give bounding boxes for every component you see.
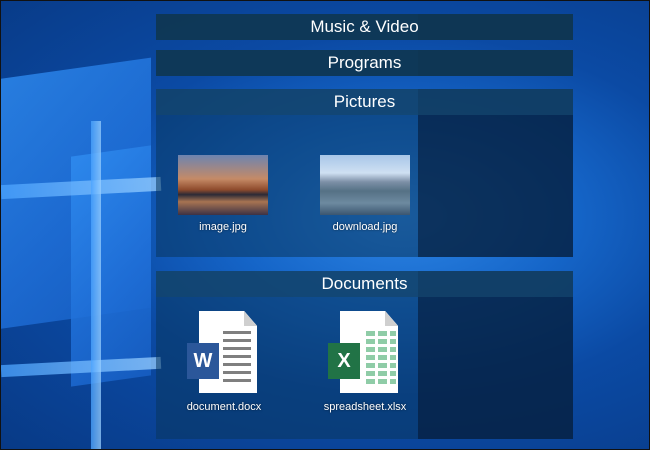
file-item-spreadsheet-xlsx[interactable]: X spreadsheet.xlsx (313, 311, 417, 413)
programs-group[interactable]: Programs (156, 50, 573, 76)
harbor-photo-thumbnail (320, 155, 410, 215)
pictures-group: Pictures image.jpg download.jpg (156, 89, 573, 257)
documents-group: Documents W document.docx X spreadsheet.… (156, 271, 573, 439)
group-header-programs[interactable]: Programs (156, 50, 573, 76)
file-item-document-docx[interactable]: W document.docx (176, 311, 272, 413)
skyline-photo-thumbnail (178, 155, 268, 215)
group-header-documents[interactable]: Documents (156, 271, 573, 297)
word-document-icon: W (187, 311, 261, 395)
file-name: image.jpg (199, 221, 247, 233)
excel-badge: X (328, 343, 360, 379)
file-item-image-jpg[interactable]: image.jpg (178, 155, 268, 233)
desktop-background: Music & Video Programs Pictures image.jp… (0, 0, 650, 450)
music-video-group[interactable]: Music & Video (156, 14, 573, 40)
excel-spreadsheet-icon: X (328, 311, 402, 395)
word-badge: W (187, 343, 219, 379)
file-item-download-jpg[interactable]: download.jpg (313, 155, 417, 233)
wallpaper-beam (91, 121, 101, 449)
file-name: document.docx (186, 401, 262, 413)
file-name: spreadsheet.xlsx (323, 401, 407, 413)
group-header-pictures[interactable]: Pictures (156, 89, 573, 115)
file-name: download.jpg (332, 221, 398, 233)
group-header-music-video[interactable]: Music & Video (156, 14, 573, 40)
